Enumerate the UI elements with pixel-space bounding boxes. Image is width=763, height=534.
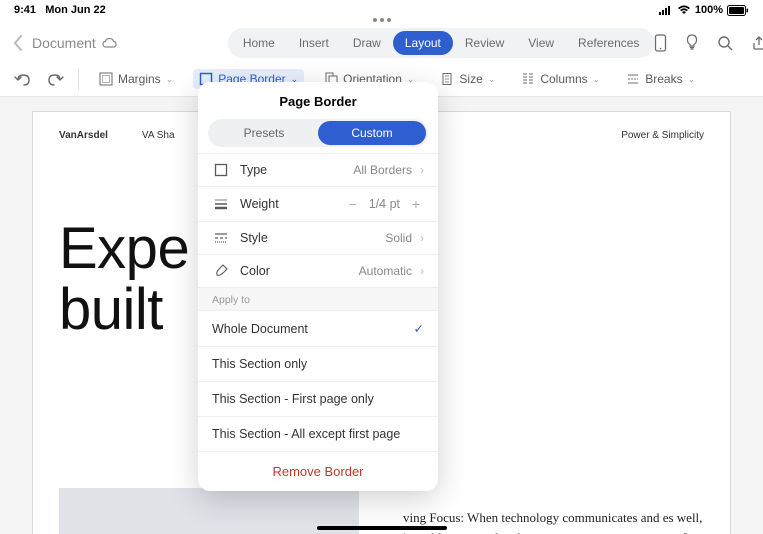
apply-to-label: Apply to [198, 287, 438, 310]
style-icon [212, 232, 230, 244]
brand-mark: VanArsdel [59, 130, 108, 141]
row-type[interactable]: Type All Borders › [198, 153, 438, 186]
tab-insert[interactable]: Insert [287, 31, 341, 55]
chevron-right-icon: › [420, 231, 424, 245]
slogan: Power & Simplicity [621, 130, 704, 141]
battery-pct: 100% [695, 4, 723, 16]
apply-except-first-page[interactable]: This Section - All except first page [198, 416, 438, 451]
check-icon: ✓ [414, 321, 424, 336]
tab-view[interactable]: View [516, 31, 566, 55]
document-title[interactable]: Document [32, 35, 96, 51]
margins-button[interactable]: Margins⌄ [93, 69, 179, 89]
page-border-popover: Page Border Presets Custom Type All Bord… [198, 82, 438, 491]
header-tag: VA Sha [142, 130, 175, 141]
back-button[interactable] [12, 34, 24, 52]
status-date: Mon Jun 22 [45, 4, 106, 16]
home-indicator[interactable] [317, 526, 447, 530]
title-bar: Document Home Insert Draw Layout Review … [0, 22, 763, 62]
redo-button[interactable] [46, 71, 64, 87]
lightbulb-icon[interactable] [685, 34, 699, 52]
chevron-right-icon: › [420, 264, 424, 278]
search-icon[interactable] [717, 35, 733, 51]
tab-layout[interactable]: Layout [393, 31, 453, 55]
share-icon[interactable] [751, 35, 763, 51]
apply-first-page-only[interactable]: This Section - First page only [198, 381, 438, 416]
weight-icon [212, 198, 230, 210]
color-icon [212, 264, 230, 278]
row-weight[interactable]: Weight − 1/4 pt + [198, 186, 438, 221]
chevron-right-icon: › [420, 163, 424, 177]
weight-stepper: − 1/4 pt + [345, 196, 424, 212]
row-color[interactable]: Color Automatic › [198, 254, 438, 287]
image-placeholder [59, 488, 359, 534]
cellular-icon [659, 5, 673, 15]
tab-draw[interactable]: Draw [341, 31, 393, 55]
remove-border-button[interactable]: Remove Border [198, 451, 438, 491]
row-style[interactable]: Style Solid › [198, 221, 438, 254]
apply-whole-document[interactable]: Whole Document ✓ [198, 310, 438, 346]
weight-value: 1/4 pt [369, 197, 400, 211]
tab-review[interactable]: Review [453, 31, 516, 55]
body-text: ving Focus: When technology communicates… [403, 508, 704, 534]
tab-home[interactable]: Home [231, 31, 287, 55]
divider [78, 68, 79, 90]
seg-presets[interactable]: Presets [210, 121, 318, 145]
apply-this-section[interactable]: This Section only [198, 346, 438, 381]
size-button[interactable]: Size⌄ [434, 69, 501, 89]
undo-button[interactable] [14, 71, 32, 87]
segmented-control: Presets Custom [208, 119, 428, 147]
columns-button[interactable]: Columns⌄ [515, 69, 606, 89]
stepper-plus[interactable]: + [408, 196, 424, 212]
battery-icon [727, 5, 749, 16]
mobile-view-icon[interactable] [654, 34, 667, 52]
border-type-icon [212, 163, 230, 177]
tab-references[interactable]: References [566, 31, 651, 55]
ribbon-tabs: Home Insert Draw Layout Review View Refe… [228, 28, 655, 58]
cloud-sync-icon[interactable] [102, 37, 118, 49]
status-time: 9:41 [14, 4, 36, 16]
stepper-minus[interactable]: − [345, 196, 361, 212]
breaks-button[interactable]: Breaks⌄ [620, 69, 701, 89]
status-bar: 9:41 Mon Jun 22 100% [0, 0, 763, 16]
seg-custom[interactable]: Custom [318, 121, 426, 145]
wifi-icon [677, 5, 691, 15]
popover-title: Page Border [198, 82, 438, 119]
